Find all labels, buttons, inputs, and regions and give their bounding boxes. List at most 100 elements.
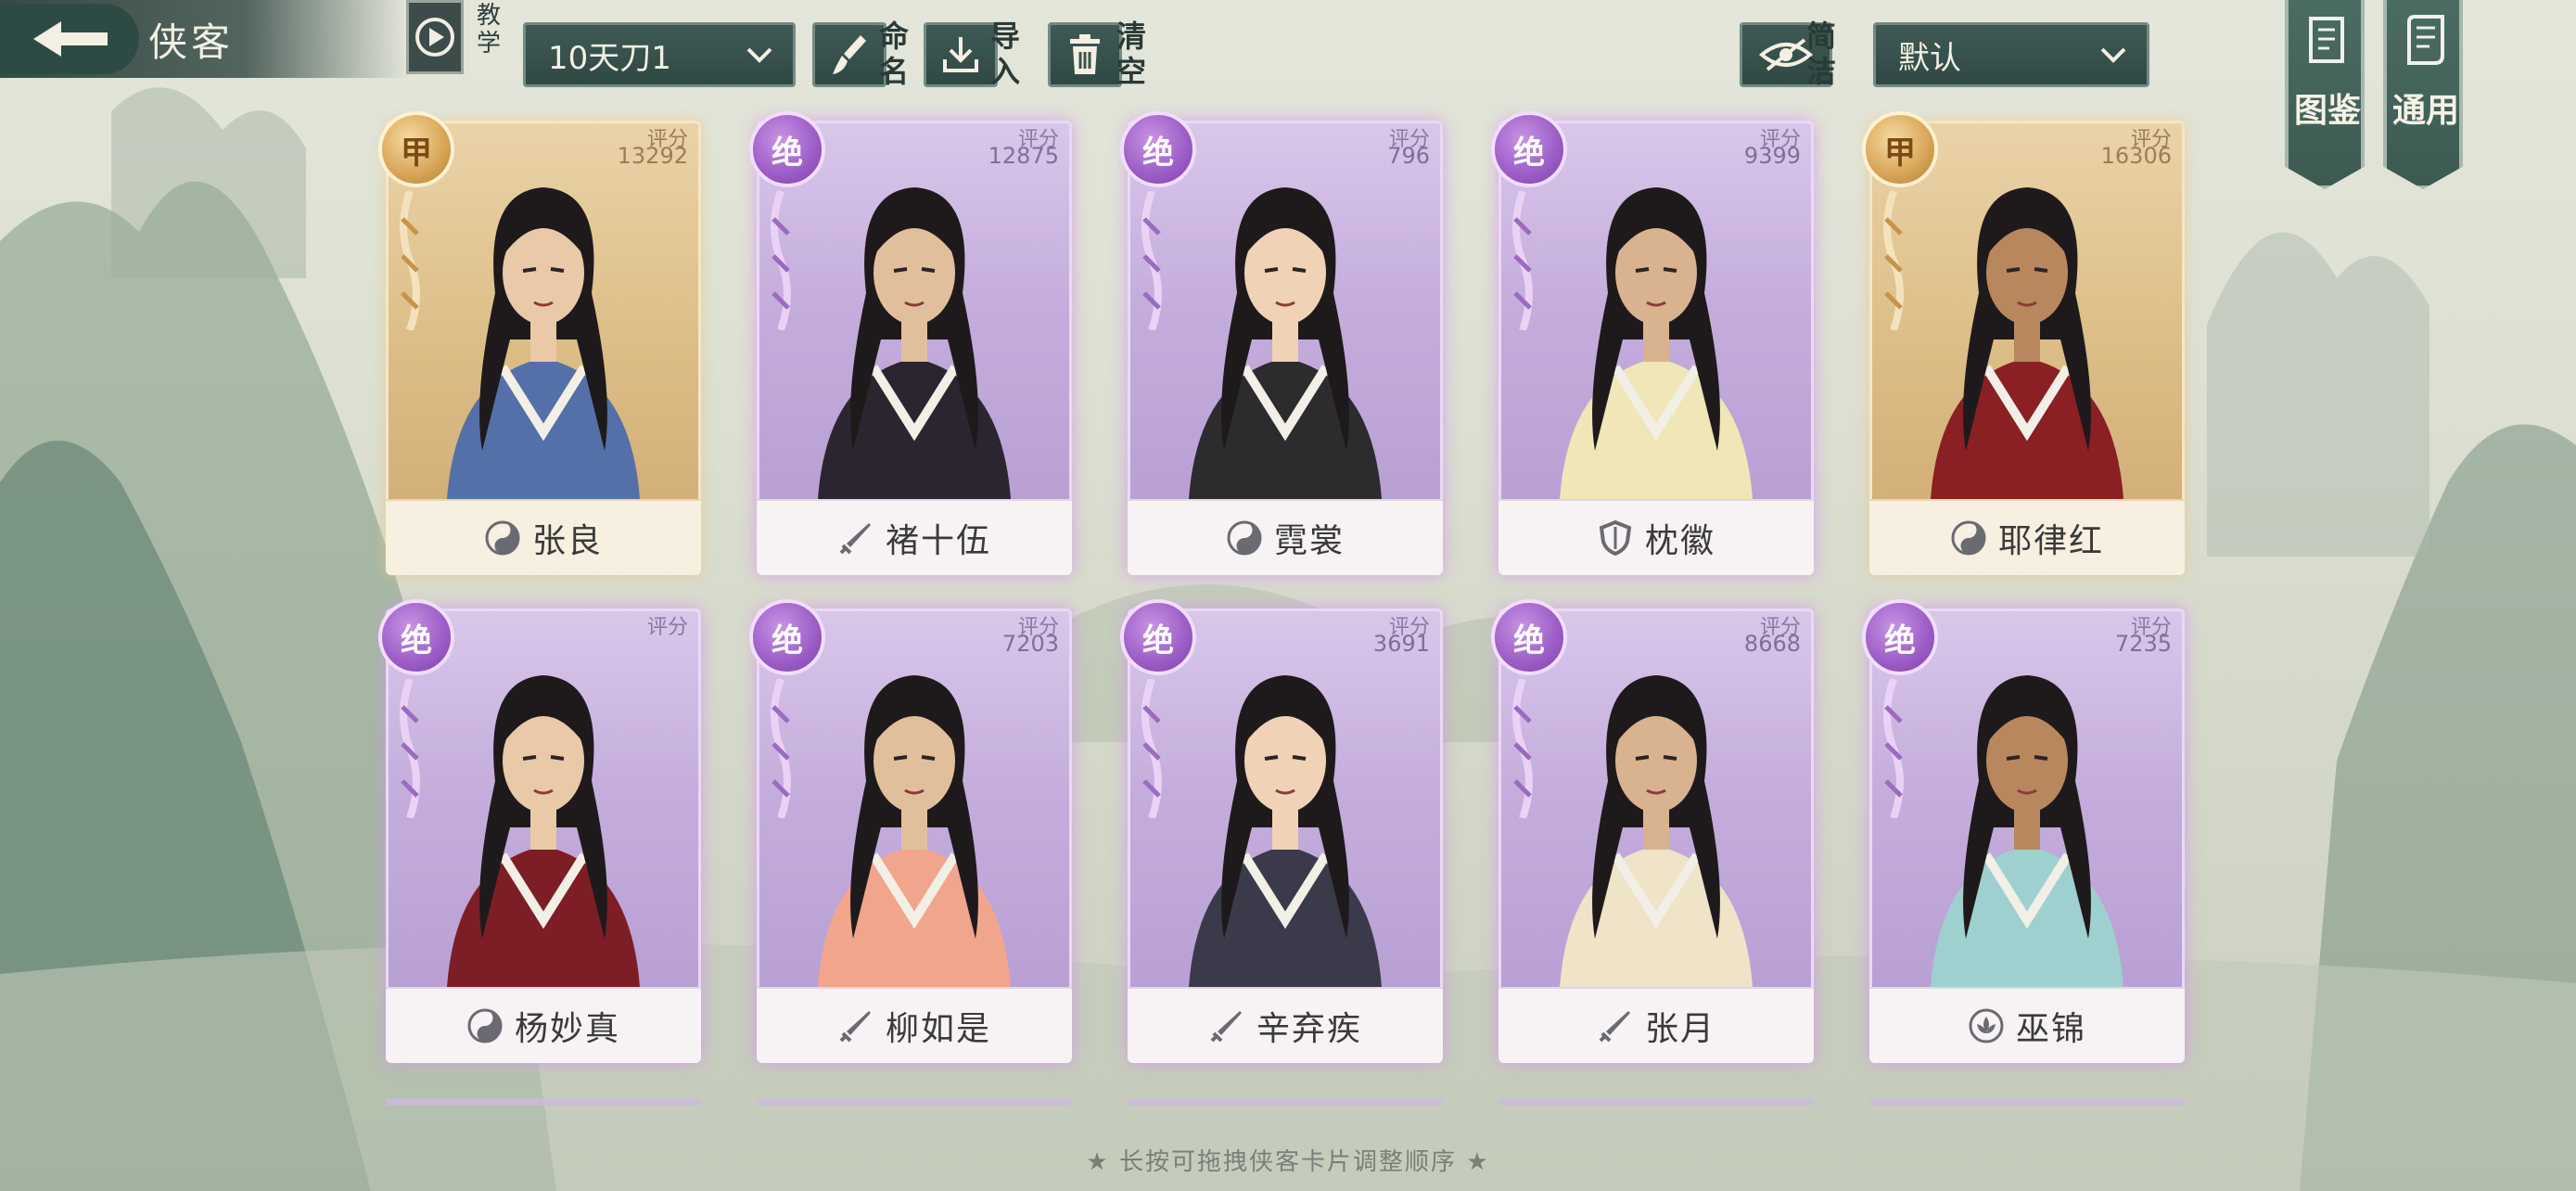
hero-name: 巫锦 [2015, 1010, 2086, 1048]
hero-card[interactable]: 评分 8668 绝 张月 [1491, 599, 1814, 1063]
yinyang-icon [1951, 520, 1986, 556]
team-select[interactable]: 10天刀1 [523, 22, 796, 87]
hero-portrait [1504, 154, 1808, 499]
rank-ribbon [771, 679, 791, 818]
import-label: 导入 [990, 19, 1021, 89]
sword-icon [1210, 1011, 1242, 1043]
hero-nameplate: 柳如是 [757, 987, 1072, 1063]
hero-portrait [1875, 154, 2179, 499]
hero-nameplate: 辛弃疾 [1128, 987, 1443, 1063]
trash-icon [1070, 34, 1100, 74]
next-row-card-edge [1869, 1098, 2185, 1106]
rank-badge: 绝 [378, 599, 454, 675]
general-label: 通用 [2392, 92, 2460, 130]
brush-icon [833, 35, 866, 74]
score-value: 12875 [988, 143, 1059, 169]
sword-icon [839, 523, 871, 555]
rank-ribbon [771, 191, 791, 330]
next-row-card-edge [1498, 1098, 1814, 1106]
rank-ribbon [1883, 679, 1904, 818]
scroll-icon [2407, 15, 2444, 65]
hero-nameplate: 巫锦 [1869, 987, 2185, 1063]
hero-card[interactable]: 评分 3691 绝 辛弃疾 [1120, 599, 1443, 1063]
clear-button[interactable] [1048, 22, 1122, 87]
tutorial-button[interactable] [406, 0, 464, 74]
rank-badge: 绝 [1862, 599, 1938, 675]
rank-badge: 绝 [1491, 111, 1567, 187]
rank-ribbon [1141, 679, 1162, 818]
yinyang-icon [1227, 520, 1262, 556]
score-value: 8668 [1743, 631, 1801, 657]
hero-portrait [1504, 642, 1808, 987]
hero-name: 枕徽 [1644, 522, 1715, 560]
back-button[interactable] [0, 4, 139, 74]
rank-badge: 甲 [1862, 111, 1938, 187]
hero-nameplate: 张月 [1498, 987, 1814, 1063]
chevron-down-icon [746, 47, 772, 63]
hero-card[interactable]: 评分 7203 绝 柳如是 [749, 599, 1072, 1063]
hero-portrait [762, 154, 1066, 499]
score-label: 评分 [646, 616, 688, 639]
hero-nameplate: 杨妙真 [386, 987, 701, 1063]
score-value: 796 [1387, 143, 1430, 169]
sort-select[interactable]: 默认 [1873, 22, 2149, 87]
hero-card[interactable]: 评分 796 绝 霓裳 [1120, 111, 1443, 575]
rank-badge: 甲 [378, 111, 454, 187]
arrow-left-icon [33, 21, 108, 57]
hero-nameplate: 耶律红 [1869, 499, 2185, 575]
simple-view-label: 简洁 [1806, 19, 1837, 89]
lotus-icon [1969, 1008, 2004, 1044]
score-value: 7235 [2114, 631, 2172, 657]
download-icon [943, 37, 978, 72]
hero-card[interactable]: 评分 16306 甲 耶律红 [1862, 111, 2185, 575]
compendium-button[interactable]: 图鉴 [2285, 0, 2365, 189]
hero-portrait [762, 642, 1066, 987]
tutorial-label: 教学 [477, 2, 502, 58]
score-value: 9399 [1743, 143, 1801, 169]
yinyang-icon [485, 520, 520, 556]
hero-name: 张月 [1644, 1010, 1715, 1048]
hero-card[interactable]: 评分 绝 杨妙真 [378, 599, 701, 1063]
hero-portrait [391, 642, 695, 987]
score-value: 13292 [617, 143, 688, 169]
hero-nameplate: 褚十伍 [757, 499, 1072, 575]
hero-name: 张良 [531, 522, 603, 560]
sword-icon [1599, 1011, 1630, 1043]
general-button[interactable]: 通用 [2383, 0, 2463, 189]
hero-card[interactable]: 评分 13292 甲 张良 [378, 111, 701, 575]
yinyang-icon [467, 1008, 503, 1044]
book-icon [2309, 17, 2344, 63]
hero-name: 杨妙真 [514, 1010, 620, 1048]
hero-name: 辛弃疾 [1256, 1010, 1362, 1048]
sword-icon [839, 1011, 871, 1043]
rank-ribbon [1883, 191, 1904, 330]
hero-portrait [391, 154, 695, 499]
rank-ribbon [1141, 191, 1162, 330]
rank-ribbon [1512, 679, 1533, 818]
hero-card[interactable]: 评分 12875 绝 褚十伍 [749, 111, 1072, 575]
hero-card[interactable]: 评分 9399 绝 枕徽 [1491, 111, 1814, 575]
hero-name: 柳如是 [885, 1010, 991, 1048]
clear-label: 清空 [1116, 19, 1147, 89]
rename-label: 命名 [879, 19, 910, 89]
rank-ribbon [1512, 191, 1533, 330]
hero-card[interactable]: 评分 7235 绝 巫锦 [1862, 599, 2185, 1063]
team-select-value: 10天刀1 [548, 39, 671, 77]
rank-ribbon [400, 679, 420, 818]
next-row-card-edge [757, 1098, 1072, 1106]
chevron-down-icon [2100, 47, 2126, 63]
rename-button[interactable] [812, 22, 886, 87]
hero-name: 霓裳 [1273, 522, 1345, 560]
hero-nameplate: 霓裳 [1128, 499, 1443, 575]
next-row-card-edge [1128, 1098, 1443, 1106]
rank-badge: 绝 [749, 599, 825, 675]
next-row-card-edge [386, 1098, 701, 1106]
score-value: 7203 [1001, 631, 1059, 657]
eye-hidden-icon [1758, 38, 1814, 71]
rank-badge: 绝 [749, 111, 825, 187]
hero-nameplate: 张良 [386, 499, 701, 575]
drag-hint: ★ 长按可拖拽侠客卡片调整顺序 ★ [1086, 1148, 1490, 1176]
hero-portrait [1875, 642, 2179, 987]
sort-select-value: 默认 [1898, 39, 1961, 77]
import-button[interactable] [924, 22, 998, 87]
